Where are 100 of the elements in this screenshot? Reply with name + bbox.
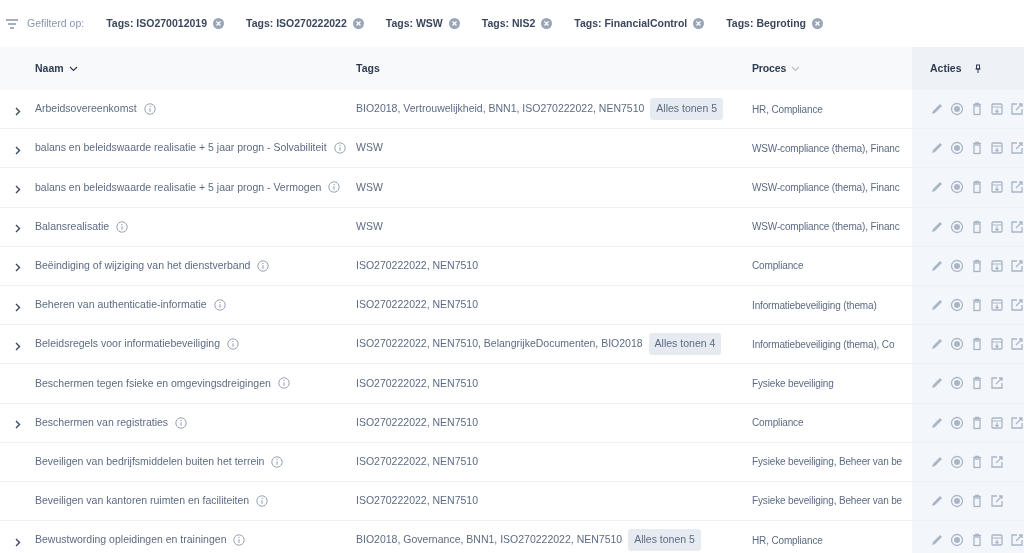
archive-icon[interactable] [990, 533, 1004, 548]
archive-icon[interactable] [990, 102, 1004, 117]
expand-button[interactable] [14, 537, 21, 547]
trash-icon[interactable] [970, 493, 984, 508]
expand-button[interactable] [14, 420, 21, 430]
info-icon[interactable] [143, 103, 156, 116]
info-icon[interactable] [328, 181, 341, 194]
pencil-icon[interactable] [930, 376, 944, 391]
trash-icon[interactable] [970, 415, 984, 430]
trash-icon[interactable] [970, 102, 984, 117]
pencil-icon[interactable] [930, 493, 944, 508]
close-icon[interactable] [541, 18, 553, 29]
external-link-icon[interactable] [1010, 258, 1024, 273]
radio-icon[interactable] [950, 493, 964, 508]
pencil-icon[interactable] [930, 258, 944, 273]
archive-icon[interactable] [990, 298, 1004, 313]
pencil-icon[interactable] [930, 102, 944, 117]
pencil-icon[interactable] [930, 337, 944, 352]
expand-button[interactable] [14, 263, 21, 273]
archive-icon[interactable] [990, 219, 1004, 234]
info-icon[interactable] [213, 299, 226, 312]
trash-icon[interactable] [970, 141, 984, 156]
expand-button[interactable] [14, 145, 21, 155]
process-cell-text: Informatiebeveiliging (thema) [752, 298, 878, 313]
radio-icon[interactable] [950, 298, 964, 313]
row-name: Bewustwording opleidingen en trainingen [35, 532, 227, 548]
info-icon[interactable] [256, 494, 269, 507]
external-link-icon[interactable] [1010, 415, 1024, 430]
trash-icon[interactable] [970, 219, 984, 234]
info-icon[interactable] [257, 259, 270, 272]
info-icon[interactable] [277, 377, 290, 390]
close-icon[interactable] [352, 18, 364, 29]
radio-icon[interactable] [950, 141, 964, 156]
external-link-icon[interactable] [1010, 337, 1024, 352]
trash-icon[interactable] [970, 454, 984, 469]
info-icon[interactable] [227, 338, 240, 351]
expand-button[interactable] [14, 106, 21, 116]
radio-icon[interactable] [950, 102, 964, 117]
sort-chevron-icon[interactable] [68, 65, 78, 72]
close-icon[interactable] [811, 18, 823, 29]
external-link-icon[interactable] [1010, 298, 1024, 313]
process-cell-text: Compliance [752, 416, 805, 431]
expand-button[interactable] [14, 184, 21, 194]
pencil-icon[interactable] [930, 298, 944, 313]
column-header[interactable]: Acties [930, 60, 962, 77]
pencil-icon[interactable] [930, 141, 944, 156]
pencil-icon[interactable] [930, 533, 944, 548]
external-link-icon[interactable] [990, 454, 1004, 469]
show-all-button[interactable]: Alles tonen 5 [650, 98, 724, 120]
archive-icon[interactable] [990, 415, 1004, 430]
pencil-icon[interactable] [930, 454, 944, 469]
column-header[interactable]: Proces [752, 60, 787, 77]
trash-icon[interactable] [970, 180, 984, 195]
info-icon[interactable] [116, 220, 129, 233]
pencil-icon[interactable] [930, 219, 944, 234]
info-icon[interactable] [233, 534, 246, 547]
filter-tag-label: Tags: FinancialControl [574, 15, 688, 31]
external-link-icon[interactable] [1010, 141, 1024, 156]
external-link-icon[interactable] [1010, 219, 1024, 234]
radio-icon[interactable] [950, 533, 964, 548]
external-link-icon[interactable] [1010, 180, 1024, 195]
column-header[interactable]: Naam [35, 60, 64, 77]
archive-icon[interactable] [990, 180, 1004, 195]
trash-icon[interactable] [970, 337, 984, 352]
radio-icon[interactable] [950, 454, 964, 469]
archive-icon[interactable] [990, 141, 1004, 156]
external-link-icon[interactable] [1010, 533, 1024, 548]
radio-icon[interactable] [950, 337, 964, 352]
close-icon[interactable] [693, 18, 705, 29]
close-icon[interactable] [448, 18, 460, 29]
process-cell-text: Fysieke beveiliging, Beheer van be [752, 455, 903, 470]
show-all-button[interactable]: Alles tonen 4 [648, 333, 722, 356]
radio-icon[interactable] [950, 415, 964, 430]
expand-button[interactable] [14, 224, 21, 234]
trash-icon[interactable] [970, 533, 984, 548]
tag-list: BIO2018, Governance, BNN1, ISO270222022, NEN7510 [356, 532, 623, 549]
archive-icon[interactable] [990, 337, 1004, 352]
info-icon[interactable] [175, 416, 188, 429]
trash-icon[interactable] [970, 298, 984, 313]
trash-icon[interactable] [970, 376, 984, 391]
radio-icon[interactable] [950, 376, 964, 391]
expand-button[interactable] [14, 341, 21, 351]
pencil-icon[interactable] [930, 180, 944, 195]
archive-icon[interactable] [990, 258, 1004, 273]
expand-button[interactable] [14, 302, 21, 312]
external-link-icon[interactable] [1010, 102, 1024, 117]
pencil-icon[interactable] [930, 415, 944, 430]
show-all-button[interactable]: Alles tonen 5 [628, 529, 701, 552]
info-icon[interactable] [333, 142, 346, 155]
radio-icon[interactable] [950, 180, 964, 195]
radio-icon[interactable] [950, 258, 964, 273]
external-link-icon[interactable] [990, 376, 1004, 391]
trash-icon[interactable] [970, 258, 984, 273]
tag-list: BIO2018, Vertrouwelijkheid, BNN1, ISO270222022, NEN7510 [356, 101, 645, 117]
pin-icon[interactable] [974, 64, 981, 73]
column-header[interactable]: Tags [356, 60, 380, 77]
external-link-icon[interactable] [990, 493, 1004, 508]
radio-icon[interactable] [950, 219, 964, 234]
info-icon[interactable] [271, 455, 284, 468]
close-icon[interactable] [213, 18, 224, 29]
